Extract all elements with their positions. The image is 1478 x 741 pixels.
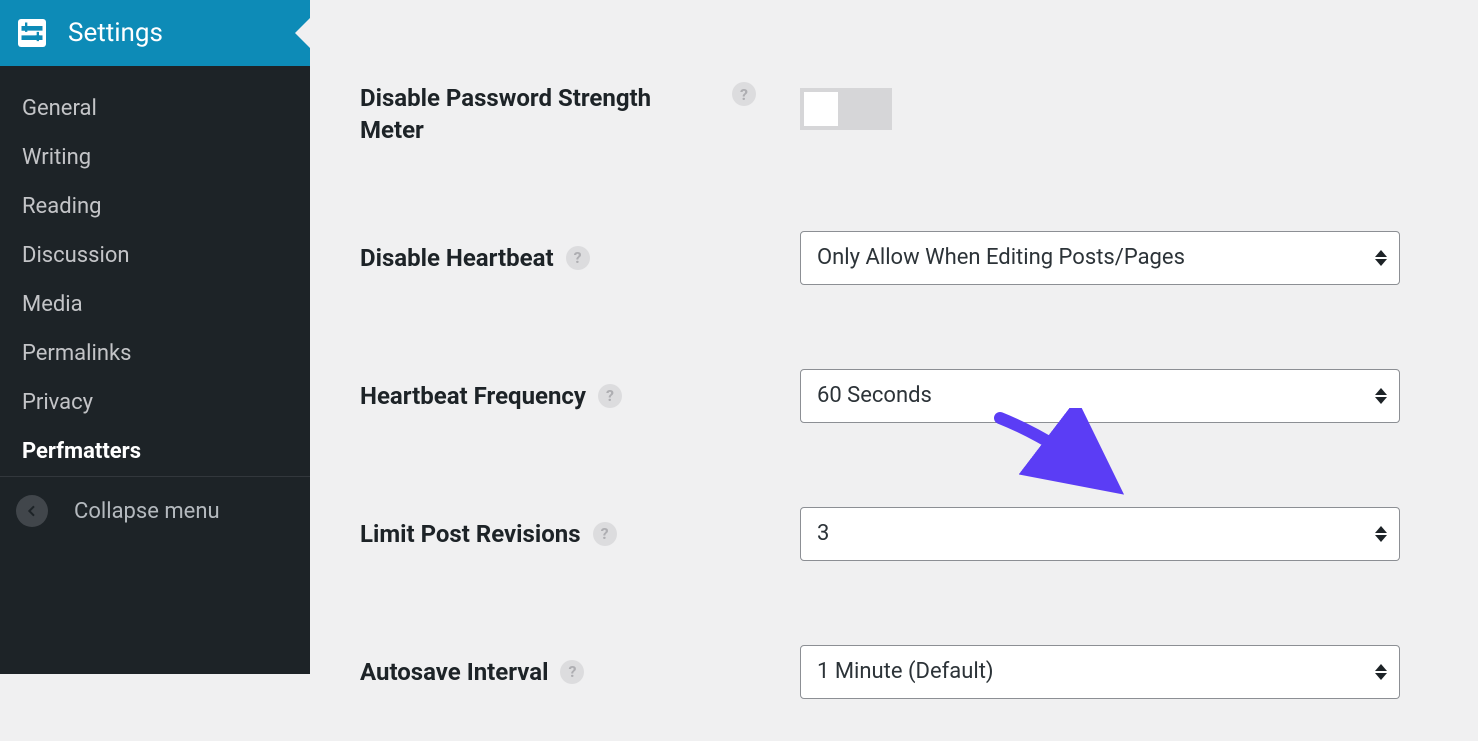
settings-panel: Disable Password Strength Meter ? Disabl…: [310, 0, 1478, 674]
setting-row-autosave-interval: Autosave Interval ? 1 Minute (Default): [360, 603, 1434, 741]
sidebar-item-label: Permalinks: [22, 341, 131, 366]
collapse-menu-label: Collapse menu: [74, 499, 220, 524]
sidebar-item-discussion[interactable]: Discussion: [0, 231, 310, 280]
setting-label-cell: Heartbeat Frequency ?: [360, 380, 800, 412]
setting-label: Disable Password Strength Meter: [360, 82, 720, 147]
sidebar-item-label: Reading: [22, 194, 101, 219]
setting-label-cell: Disable Password Strength Meter ?: [360, 82, 800, 147]
setting-control-cell: 3: [800, 507, 1434, 561]
setting-row-heartbeat-frequency: Heartbeat Frequency ? 60 Seconds: [360, 327, 1434, 465]
sidebar-item-label: Writing: [22, 145, 91, 170]
setting-label: Limit Post Revisions: [360, 518, 581, 550]
help-icon[interactable]: ?: [598, 384, 622, 408]
sidebar-item-label: General: [22, 96, 97, 121]
select-value: 3: [817, 521, 829, 546]
sidebar-item-label: Media: [22, 292, 83, 317]
admin-sidebar: Settings General Writing Reading Discuss…: [0, 0, 310, 674]
disable-heartbeat-select[interactable]: Only Allow When Editing Posts/Pages: [800, 231, 1400, 285]
select-chevrons-icon: [1375, 250, 1387, 266]
sidebar-item-label: Discussion: [22, 243, 130, 268]
sidebar-submenu: General Writing Reading Discussion Media…: [0, 66, 310, 476]
sidebar-item-perfmatters[interactable]: Perfmatters: [0, 427, 310, 476]
sidebar-top-label: Settings: [68, 18, 163, 48]
help-icon[interactable]: ?: [560, 660, 584, 684]
setting-label: Autosave Interval: [360, 656, 548, 688]
help-icon[interactable]: ?: [732, 82, 756, 106]
setting-label-cell: Disable Heartbeat ?: [360, 242, 800, 274]
help-icon[interactable]: ?: [593, 522, 617, 546]
setting-label: Heartbeat Frequency: [360, 380, 586, 412]
select-chevrons-icon: [1375, 388, 1387, 404]
select-value: Only Allow When Editing Posts/Pages: [817, 245, 1185, 270]
setting-label-cell: Autosave Interval ?: [360, 656, 800, 688]
help-icon[interactable]: ?: [566, 246, 590, 270]
setting-label-cell: Limit Post Revisions ?: [360, 518, 800, 550]
select-value: 60 Seconds: [817, 383, 932, 408]
sidebar-section-settings[interactable]: Settings: [0, 0, 310, 66]
collapse-menu-button[interactable]: Collapse menu: [0, 476, 310, 545]
heartbeat-frequency-select[interactable]: 60 Seconds: [800, 369, 1400, 423]
autosave-interval-select[interactable]: 1 Minute (Default): [800, 645, 1400, 699]
setting-row-limit-post-revisions: Limit Post Revisions ? 3: [360, 465, 1434, 603]
toggle-thumb: [804, 92, 838, 126]
sidebar-item-general[interactable]: General: [0, 84, 310, 133]
setting-control-cell: Only Allow When Editing Posts/Pages: [800, 231, 1434, 285]
password-strength-toggle[interactable]: [800, 88, 892, 130]
select-chevrons-icon: [1375, 526, 1387, 542]
setting-control-cell: 1 Minute (Default): [800, 645, 1434, 699]
sidebar-item-privacy[interactable]: Privacy: [0, 378, 310, 427]
settings-sliders-icon: [18, 19, 46, 47]
select-value: 1 Minute (Default): [817, 659, 994, 684]
setting-row-password-strength: Disable Password Strength Meter ?: [360, 0, 1434, 189]
select-chevrons-icon: [1375, 664, 1387, 680]
collapse-chevron-icon: [16, 495, 48, 527]
setting-control-cell: [800, 82, 1434, 130]
setting-label: Disable Heartbeat: [360, 242, 554, 274]
setting-control-cell: 60 Seconds: [800, 369, 1434, 423]
limit-post-revisions-select[interactable]: 3: [800, 507, 1400, 561]
sidebar-item-reading[interactable]: Reading: [0, 182, 310, 231]
sidebar-item-permalinks[interactable]: Permalinks: [0, 329, 310, 378]
sidebar-item-label: Privacy: [22, 390, 93, 415]
sidebar-item-media[interactable]: Media: [0, 280, 310, 329]
sidebar-item-label: Perfmatters: [22, 439, 141, 464]
setting-row-disable-heartbeat: Disable Heartbeat ? Only Allow When Edit…: [360, 189, 1434, 327]
sidebar-item-writing[interactable]: Writing: [0, 133, 310, 182]
